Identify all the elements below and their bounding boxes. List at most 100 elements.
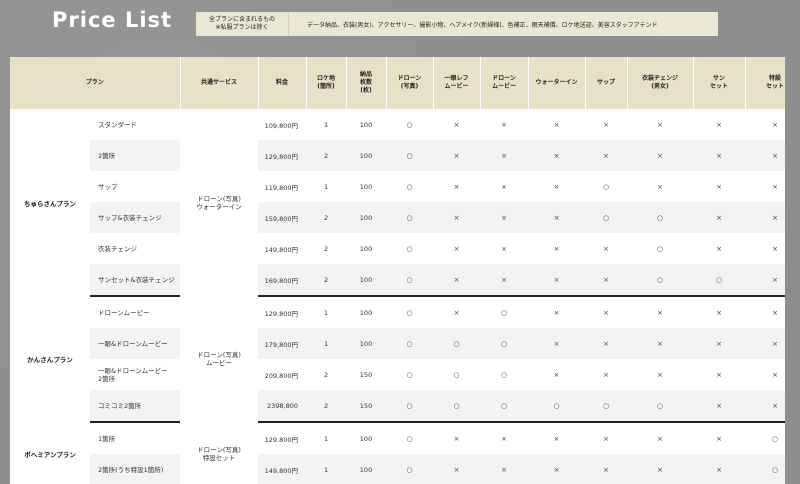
photo-count-cell: 100: [359, 244, 373, 253]
price-table: プラン 共通サービス 料金 ロケ地 (箇所) 納品 枚数 (枚) ドローン (写真) 一眼レフ ムービ…: [10, 57, 785, 484]
table-row: 衣装チェンジ 149,800円 2 100 ○ × × × × ○ × ×: [10, 233, 785, 264]
option-mark-cell: ×: [553, 308, 560, 317]
option-mark-cell: ○: [585, 202, 628, 233]
column-header: サン セット: [693, 57, 746, 109]
location-count-cell: 2: [306, 390, 347, 423]
location-count-cell: 1: [323, 434, 329, 443]
plan-name: かんさんプラン: [27, 356, 73, 364]
sub-plan-name: 2箇所(うち特設1箇所): [90, 454, 181, 484]
option-mark-cell: ×: [501, 120, 507, 129]
table-row: 一眼&ドローンムービー 2箇所 209,800円 2 150 ○ ○ ○ × × × × ×: [10, 359, 785, 390]
column-header: 納品 枚数 (枚): [346, 57, 387, 109]
option-mark-cell: ×: [480, 140, 529, 171]
sub-plan-name: 一眼&ドローンムービー 2箇所: [98, 366, 168, 383]
table-row: コミコミ2箇所 2398,800 2 150 ○ ○ ○ ○ ○ ○ × ×: [10, 390, 785, 423]
sub-plan-name: 2箇所: [90, 140, 181, 171]
price-cell: 149,800円: [258, 454, 307, 484]
option-mark-cell: ×: [528, 328, 586, 359]
option-mark-cell: ○: [386, 328, 434, 359]
price-cell: 129,800円: [264, 309, 299, 318]
included-items-note: 全プランに含まれるもの ※私服プランは除く データ納品、衣装(男女)、アクセサリ…: [196, 12, 718, 36]
option-mark-cell: ×: [528, 202, 586, 233]
option-mark-cell: ○: [500, 308, 508, 317]
option-mark-cell: ×: [501, 244, 507, 253]
photo-count-cell: 100: [346, 264, 387, 297]
location-count-cell: 1: [306, 454, 347, 484]
option-mark-cell: ×: [657, 182, 663, 191]
option-mark-cell: ○: [656, 244, 664, 253]
table-row: 一眼&ドローンムービー 179,800円 1 100 ○ ○ ○ × × × × ×: [10, 328, 785, 359]
option-mark-cell: ○: [386, 202, 434, 233]
option-mark-cell: ×: [657, 434, 663, 443]
option-mark-cell: ○: [406, 244, 413, 253]
price-cell: 169,800円: [258, 264, 307, 297]
location-count-cell: 1: [323, 182, 329, 191]
option-mark-cell: ×: [745, 140, 785, 171]
column-header: 特設 セット: [745, 57, 785, 109]
option-mark-cell: ×: [603, 244, 609, 253]
option-mark-cell: ○: [386, 140, 434, 171]
option-mark-cell: ×: [553, 244, 560, 253]
header-row: プラン 共通サービス 料金 ロケ地 (箇所) 納品 枚数 (枚) ドローン (写真) 一眼レフ ムービ…: [10, 57, 785, 109]
page-title: Price List: [52, 8, 173, 32]
photo-count-cell: 100: [359, 308, 373, 317]
option-mark-cell: ×: [716, 182, 722, 191]
option-mark-cell: ×: [716, 120, 722, 129]
photo-count-cell: 100: [359, 120, 373, 129]
sub-plan-name: コミコミ2箇所: [90, 390, 181, 423]
option-mark-cell: ○: [406, 434, 413, 443]
option-mark-cell: ×: [716, 308, 722, 317]
table-row: かんさんプラン ドローンムービー ドローン(写真) ムービー 129,800円 1 100 ○…: [10, 296, 785, 368]
price-cell: 129,800円: [264, 435, 299, 444]
option-mark-cell: ○: [406, 182, 413, 191]
option-mark-cell: ○: [627, 390, 694, 423]
included-items-label: 全プランに含まれるもの ※私服プランは除く: [196, 12, 289, 36]
option-mark-cell: ×: [528, 264, 586, 297]
option-mark-cell: ○: [386, 454, 434, 484]
location-count-cell: 1: [323, 120, 329, 129]
option-mark-cell: ×: [603, 308, 609, 317]
option-mark-cell: ○: [406, 370, 413, 379]
photo-count-cell: 100: [346, 140, 387, 171]
table-row: サップ 119,800円 1 100 ○ × × × ○ × × ×: [10, 171, 785, 202]
option-mark-cell: ○: [386, 264, 434, 297]
price-cell: 209,800円: [264, 371, 299, 380]
option-mark-cell: ○: [453, 370, 460, 379]
common-service: ドローン(写真) 特設セット: [197, 446, 241, 462]
location-count-cell: 2: [306, 264, 347, 297]
option-mark-cell: ○: [771, 434, 779, 443]
column-header: ドローン ムービー: [480, 57, 529, 109]
sub-plan-name: ドローンムービー: [98, 308, 150, 317]
option-mark-cell: ○: [480, 390, 529, 423]
column-header: 料金: [258, 57, 307, 109]
table-body: ちゅらさんプラン スタンダード ドローン(写真) ウォーターイン 109,800円 1 10…: [10, 109, 785, 484]
sub-plan-name: 1箇所: [98, 434, 116, 443]
option-mark-cell: ×: [772, 244, 778, 253]
photo-count-cell: 100: [359, 182, 373, 191]
photo-count-cell: 150: [359, 370, 373, 379]
option-mark-cell: ×: [453, 434, 460, 443]
option-mark-cell: ×: [716, 244, 722, 253]
plan-name: ボヘミアンプラン: [24, 451, 76, 459]
option-mark-cell: ×: [433, 264, 481, 297]
option-mark-cell: ×: [480, 264, 529, 297]
option-mark-cell: ×: [745, 328, 785, 359]
option-mark-cell: ×: [553, 434, 560, 443]
included-items-label-line2: ※私服プランは除く: [215, 24, 269, 31]
option-mark-cell: ×: [585, 454, 628, 484]
option-mark-cell: ×: [657, 120, 663, 129]
option-mark-cell: ○: [627, 202, 694, 233]
plan-name: ちゅらさんプラン: [24, 199, 76, 208]
option-mark-cell: ○: [602, 182, 610, 191]
table-row: ちゅらさんプラン スタンダード ドローン(写真) ウォーターイン 109,800円 1 10…: [10, 109, 785, 211]
location-count-cell: 2: [306, 140, 347, 171]
option-mark-cell: ×: [693, 202, 746, 233]
sub-plan-name: スタンダード: [98, 120, 137, 129]
option-mark-cell: ×: [433, 202, 481, 233]
option-mark-cell: ○: [500, 370, 508, 379]
option-mark-cell: ×: [585, 264, 628, 297]
column-header: 衣装チェンジ (男女): [627, 57, 694, 109]
column-header: 一眼レフ ムービー: [433, 57, 481, 109]
option-mark-cell: ×: [603, 370, 609, 379]
table-row: サップ&衣装チェンジ 159,800円 2 100 ○ × × × ○ ○ × ×: [10, 202, 785, 233]
